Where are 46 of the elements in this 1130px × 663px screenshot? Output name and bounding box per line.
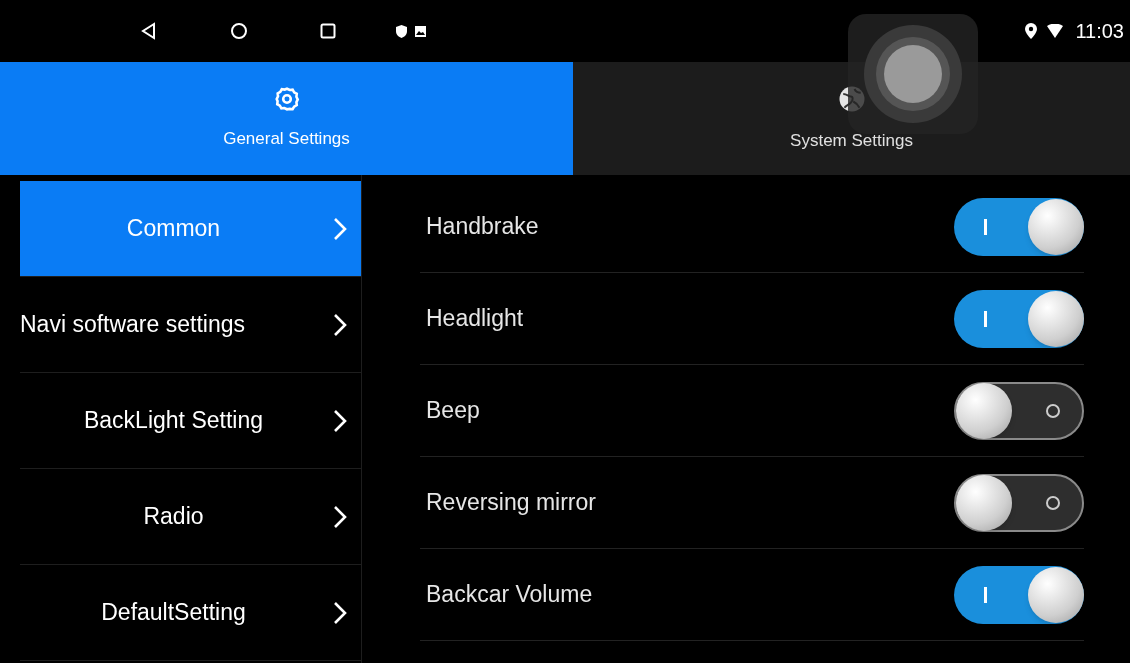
toggle-thumb [1028, 290, 1084, 347]
back-icon[interactable] [140, 22, 158, 40]
sidebar-label: Common [125, 214, 222, 244]
clock: 11:03 [1075, 19, 1124, 44]
toggle-switch[interactable] [954, 565, 1084, 624]
sidebar-label: BackLight Setting [83, 406, 264, 436]
chevron-right-icon [333, 216, 347, 241]
chevron-right-icon [333, 504, 347, 529]
toggle-thumb [1028, 198, 1084, 255]
wifi-icon [1047, 24, 1064, 38]
sidebar-item[interactable]: BackLight Setting [20, 373, 361, 469]
setting-label: Beep [425, 396, 480, 426]
chevron-right-icon [333, 408, 347, 433]
on-mark-icon [984, 310, 987, 327]
off-mark-icon [1046, 495, 1060, 510]
toggle-switch[interactable] [954, 197, 1084, 256]
sidebar-item[interactable]: Navi software settings [20, 277, 361, 373]
sidebar-label: Radio [142, 502, 205, 532]
sidebar-label: DefaultSetting [100, 598, 247, 628]
location-icon [1025, 23, 1038, 39]
image-icon [415, 25, 426, 37]
setting-label: Reversing mirror [425, 488, 596, 518]
toggle-thumb [956, 382, 1012, 439]
sidebar-item[interactable]: DefaultSetting [20, 565, 361, 661]
sidebar-item[interactable]: Common [20, 181, 361, 277]
toggle-thumb [1028, 566, 1084, 623]
setting-label: Headlight [425, 304, 524, 334]
toggle-switch[interactable] [954, 381, 1084, 440]
setting-label: Handbrake [425, 212, 539, 242]
toggle-switch[interactable] [954, 473, 1084, 532]
sidebar-label: Navi software settings [20, 310, 246, 340]
on-mark-icon [984, 586, 987, 603]
shield-icon [396, 24, 407, 38]
recents-icon[interactable] [320, 23, 336, 39]
toggle-thumb [956, 474, 1012, 531]
sidebar-item[interactable]: Radio [20, 469, 361, 565]
setting-label: Backcar Volume [425, 580, 593, 610]
gear-icon [273, 85, 300, 112]
chevron-right-icon [333, 600, 347, 625]
home-icon[interactable] [230, 22, 248, 40]
on-mark-icon [984, 218, 987, 235]
off-mark-icon [1046, 403, 1060, 418]
tab[interactable]: General Settings [0, 62, 573, 175]
chevron-right-icon [333, 312, 347, 337]
toggle-switch[interactable] [954, 289, 1084, 348]
floating-assistive-button[interactable] [848, 14, 978, 134]
